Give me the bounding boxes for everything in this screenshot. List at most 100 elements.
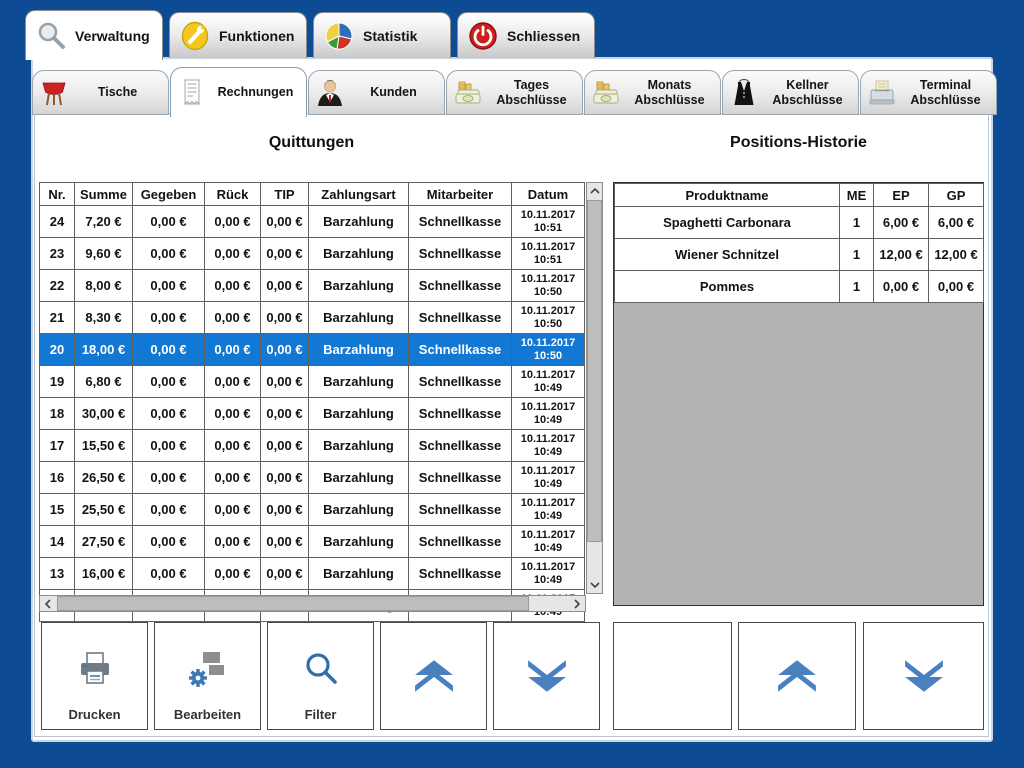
cell-nr: 16 [40, 462, 75, 494]
tab-tische[interactable]: Tische [32, 70, 169, 115]
tab-kunden[interactable]: Kunden [308, 70, 445, 115]
cell-produkt: Wiener Schnitzel [615, 239, 840, 271]
cell-gegeben: 0,00 € [133, 398, 205, 430]
col-me: ME [840, 184, 874, 207]
col-zahlungsart: Zahlungsart [309, 183, 409, 206]
receipt-row[interactable]: 13 16,00 € 0,00 € 0,00 € 0,00 € Barzahlu… [40, 558, 585, 590]
tab-label-2: Abschlüsse [901, 93, 990, 107]
receipts-page-down-button[interactable] [493, 622, 600, 730]
col-datum: Datum [512, 183, 585, 206]
cell-datum: 10.11.2017 10:49 [512, 398, 585, 430]
cell-gp: 0,00 € [929, 271, 984, 303]
cell-gegeben: 0,00 € [133, 366, 205, 398]
cell-summe: 8,00 € [75, 270, 133, 302]
cell-rueck: 0,00 € [205, 206, 261, 238]
cell-mitarbeiter: Schnellkasse [409, 270, 512, 302]
tab-kellner-abschluesse[interactable]: Kellner Abschlüsse [722, 70, 859, 115]
receipts-page-up-button[interactable] [380, 622, 487, 730]
tab-label: Kellner [763, 78, 852, 92]
cell-datum: 10.11.2017 10:50 [512, 270, 585, 302]
cell-summe: 25,50 € [75, 494, 133, 526]
receipt-row[interactable]: 19 6,80 € 0,00 € 0,00 € 0,00 € Barzahlun… [40, 366, 585, 398]
tab-funktionen[interactable]: Funktionen [169, 12, 307, 58]
cell-datum: 10.11.2017 10:49 [512, 526, 585, 558]
position-row[interactable]: Wiener Schnitzel 1 12,00 € 12,00 € [615, 239, 984, 271]
cell-zahlungsart: Barzahlung [309, 270, 409, 302]
tab-verwaltung[interactable]: Verwaltung [25, 10, 163, 60]
print-button[interactable]: Drucken [41, 622, 148, 730]
tab-label: Terminal [901, 78, 990, 92]
tab-label: Schliessen [507, 28, 580, 44]
receipt-row[interactable]: 20 18,00 € 0,00 € 0,00 € 0,00 € Barzahlu… [40, 334, 585, 366]
tab-tages-abschluesse[interactable]: Tages Abschlüsse [446, 70, 583, 115]
filter-button[interactable]: Filter [267, 622, 374, 730]
tab-statistik[interactable]: Statistik [313, 12, 451, 58]
pie-chart-icon [324, 21, 354, 51]
col-nr: Nr. [40, 183, 75, 206]
receipt-row[interactable]: 21 8,30 € 0,00 € 0,00 € 0,00 € Barzahlun… [40, 302, 585, 334]
horizontal-scrollbar-thumb[interactable] [57, 596, 529, 611]
scroll-down-arrow-icon[interactable] [587, 577, 602, 593]
cell-nr: 17 [40, 430, 75, 462]
scroll-right-arrow-icon[interactable] [569, 596, 585, 611]
receipt-row[interactable]: 18 30,00 € 0,00 € 0,00 € 0,00 € Barzahlu… [40, 398, 585, 430]
waiter-icon [729, 78, 759, 108]
receipt-row[interactable]: 14 27,50 € 0,00 € 0,00 € 0,00 € Barzahlu… [40, 526, 585, 558]
cell-summe: 7,20 € [75, 206, 133, 238]
edit-button[interactable]: Bearbeiten [154, 622, 261, 730]
cell-datum: 10.11.2017 10:50 [512, 334, 585, 366]
empty-button[interactable] [613, 622, 732, 730]
vertical-scrollbar-thumb[interactable] [587, 200, 602, 542]
tab-rechnungen[interactable]: Rechnungen [170, 67, 307, 117]
receipt-icon [177, 78, 207, 108]
cell-summe: 16,00 € [75, 558, 133, 590]
receipts-vertical-scrollbar[interactable] [586, 182, 603, 594]
cell-rueck: 0,00 € [205, 302, 261, 334]
cell-nr: 21 [40, 302, 75, 334]
tab-label: Verwaltung [75, 28, 150, 44]
position-row[interactable]: Spaghetti Carbonara 1 6,00 € 6,00 € [615, 207, 984, 239]
cell-gegeben: 0,00 € [133, 302, 205, 334]
tab-schliessen[interactable]: Schliessen [457, 12, 595, 58]
receipt-row[interactable]: 16 26,50 € 0,00 € 0,00 € 0,00 € Barzahlu… [40, 462, 585, 494]
cell-mitarbeiter: Schnellkasse [409, 238, 512, 270]
cell-zahlungsart: Barzahlung [309, 238, 409, 270]
cell-datum: 10.11.2017 10:51 [512, 206, 585, 238]
tab-label: Monats [625, 78, 714, 92]
cell-gegeben: 0,00 € [133, 494, 205, 526]
receipt-row[interactable]: 17 15,50 € 0,00 € 0,00 € 0,00 € Barzahlu… [40, 430, 585, 462]
tab-label-2: Abschlüsse [625, 93, 714, 107]
cell-datum: 10.11.2017 10:49 [512, 430, 585, 462]
receipts-body: 24 7,20 € 0,00 € 0,00 € 0,00 € Barzahlun… [40, 206, 585, 622]
cell-gegeben: 0,00 € [133, 206, 205, 238]
positions-header-row: Produktname ME EP GP [615, 184, 984, 207]
cell-datum: 10.11.2017 10:49 [512, 558, 585, 590]
cell-zahlungsart: Barzahlung [309, 334, 409, 366]
receipt-row[interactable]: 23 9,60 € 0,00 € 0,00 € 0,00 € Barzahlun… [40, 238, 585, 270]
receipt-row[interactable]: 24 7,20 € 0,00 € 0,00 € 0,00 € Barzahlun… [40, 206, 585, 238]
positions-page-down-button[interactable] [863, 622, 984, 730]
double-chevron-down-icon [903, 659, 945, 693]
receipts-header-row: Nr. Summe Gegeben Rück TIP Zahlungsart M… [40, 183, 585, 206]
tab-terminal-abschluesse[interactable]: Terminal Abschlüsse [860, 70, 997, 115]
scroll-up-arrow-icon[interactable] [587, 183, 602, 199]
cell-gegeben: 0,00 € [133, 462, 205, 494]
receipts-horizontal-scrollbar[interactable] [39, 595, 586, 612]
receipt-row[interactable]: 22 8,00 € 0,00 € 0,00 € 0,00 € Barzahlun… [40, 270, 585, 302]
cell-ep: 6,00 € [874, 207, 929, 239]
cell-summe: 27,50 € [75, 526, 133, 558]
col-mitarbeiter: Mitarbeiter [409, 183, 512, 206]
cell-rueck: 0,00 € [205, 270, 261, 302]
scroll-left-arrow-icon[interactable] [40, 596, 56, 611]
cell-tip: 0,00 € [261, 206, 309, 238]
double-chevron-up-icon [413, 659, 455, 693]
position-row[interactable]: Pommes 1 0,00 € 0,00 € [615, 271, 984, 303]
tab-monats-abschluesse[interactable]: Monats Abschlüsse [584, 70, 721, 115]
col-produktname: Produktname [615, 184, 840, 207]
cell-mitarbeiter: Schnellkasse [409, 494, 512, 526]
receipt-row[interactable]: 15 25,50 € 0,00 € 0,00 € 0,00 € Barzahlu… [40, 494, 585, 526]
positions-page-up-button[interactable] [738, 622, 856, 730]
cell-datum: 10.11.2017 10:49 [512, 366, 585, 398]
cell-tip: 0,00 € [261, 334, 309, 366]
cell-zahlungsart: Barzahlung [309, 462, 409, 494]
